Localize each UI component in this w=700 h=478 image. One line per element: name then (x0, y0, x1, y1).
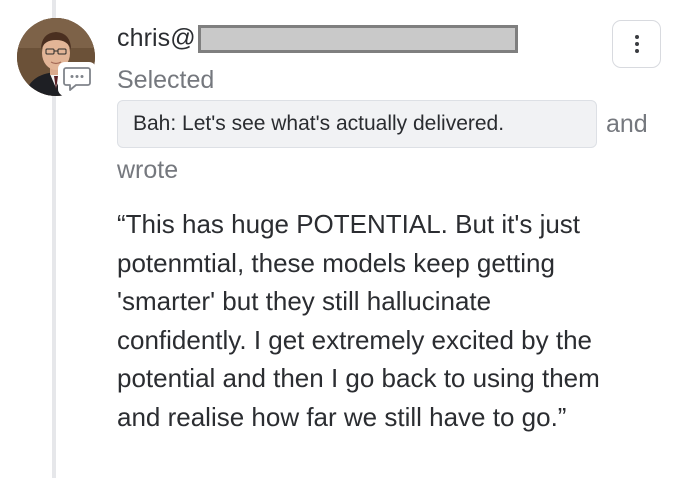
comment-bubble-icon (58, 62, 96, 96)
author-row: chris@ (117, 24, 518, 53)
comment-body-line: “This has huge POTENTIAL. But it's just (117, 209, 581, 239)
author-name[interactable]: chris@ (117, 24, 196, 53)
comment-card: chris@ Selected Bah: Let's see what's ac… (0, 0, 700, 478)
redaction-block (197, 24, 518, 53)
selected-text-chip[interactable]: Bah: Let's see what's actually delivered… (117, 100, 597, 148)
action-label: Selected (117, 66, 215, 94)
vertical-ellipsis-icon (634, 35, 639, 53)
comment-body-line: confidently. I get extremely excited by … (117, 324, 592, 355)
verb-text: wrote (117, 156, 179, 184)
comment-body-line: and realise how far we still have to go.… (117, 401, 567, 432)
conjunction-text: and (606, 110, 648, 138)
comment-body-line: potential and then I go back to using th… (117, 363, 600, 393)
comment-body: “This has huge POTENTIAL. But it's just … (117, 205, 677, 436)
more-options-button[interactable] (612, 20, 661, 68)
comment-body-line: 'smarter' but they still hallucinate (117, 286, 492, 316)
comment-body-line: potenmtial, these models keep getting (117, 247, 555, 278)
